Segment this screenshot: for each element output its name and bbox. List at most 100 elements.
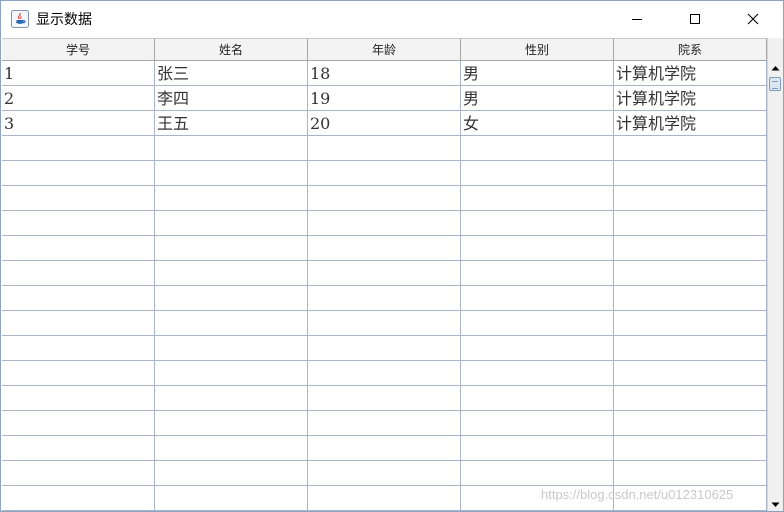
cell-gender[interactable]: 女 xyxy=(461,111,614,135)
cell-student-id[interactable] xyxy=(2,361,155,385)
table-row[interactable] xyxy=(2,236,767,261)
cell-student-id[interactable]: 3 xyxy=(2,111,155,135)
cell-student-id[interactable] xyxy=(2,311,155,335)
cell-name[interactable] xyxy=(155,261,308,285)
cell-gender[interactable] xyxy=(461,211,614,235)
cell-department[interactable] xyxy=(614,311,767,335)
table-row[interactable] xyxy=(2,461,767,486)
table-row[interactable] xyxy=(2,361,767,386)
cell-department[interactable] xyxy=(614,436,767,460)
cell-student-id[interactable]: 1 xyxy=(2,61,155,85)
cell-name[interactable] xyxy=(155,336,308,360)
table-row[interactable] xyxy=(2,161,767,186)
cell-student-id[interactable] xyxy=(2,136,155,160)
cell-gender[interactable] xyxy=(461,286,614,310)
table-row[interactable] xyxy=(2,186,767,211)
cell-department[interactable] xyxy=(614,136,767,160)
cell-age[interactable] xyxy=(308,236,461,260)
cell-gender[interactable] xyxy=(461,336,614,360)
cell-student-id[interactable] xyxy=(2,436,155,460)
cell-department[interactable] xyxy=(614,336,767,360)
cell-name[interactable] xyxy=(155,186,308,210)
scroll-thumb[interactable] xyxy=(769,77,781,91)
cell-department[interactable]: 计算机学院 xyxy=(614,61,767,85)
cell-gender[interactable]: 男 xyxy=(461,86,614,110)
scroll-down-button[interactable] xyxy=(768,498,783,511)
cell-gender[interactable] xyxy=(461,186,614,210)
table-row[interactable] xyxy=(2,411,767,436)
column-header-age[interactable]: 年龄 xyxy=(308,38,461,60)
cell-student-id[interactable] xyxy=(2,386,155,410)
cell-department[interactable] xyxy=(614,261,767,285)
cell-age[interactable] xyxy=(308,186,461,210)
cell-student-id[interactable] xyxy=(2,236,155,260)
table-row[interactable]: 2 李四 19 男计算机学院 xyxy=(2,86,767,111)
cell-age[interactable] xyxy=(308,411,461,435)
cell-name[interactable] xyxy=(155,461,308,485)
cell-student-id[interactable]: 2 xyxy=(2,86,155,110)
close-button[interactable] xyxy=(730,1,776,37)
cell-name[interactable] xyxy=(155,311,308,335)
table-row[interactable] xyxy=(2,436,767,461)
cell-name[interactable] xyxy=(155,161,308,185)
cell-student-id[interactable] xyxy=(2,461,155,485)
cell-student-id[interactable] xyxy=(2,186,155,210)
cell-age[interactable] xyxy=(308,261,461,285)
cell-name[interactable] xyxy=(155,236,308,260)
table-row[interactable] xyxy=(2,336,767,361)
cell-gender[interactable] xyxy=(461,236,614,260)
cell-department[interactable] xyxy=(614,461,767,485)
maximize-button[interactable] xyxy=(672,1,718,37)
cell-age[interactable] xyxy=(308,211,461,235)
cell-age[interactable] xyxy=(308,136,461,160)
cell-department[interactable] xyxy=(614,186,767,210)
minimize-button[interactable] xyxy=(614,1,660,37)
cell-age[interactable] xyxy=(308,336,461,360)
cell-department[interactable] xyxy=(614,361,767,385)
cell-gender[interactable] xyxy=(461,161,614,185)
cell-student-id[interactable] xyxy=(2,161,155,185)
table-row[interactable]: 3 王五 20 女计算机学院 xyxy=(2,111,767,136)
cell-gender[interactable] xyxy=(461,311,614,335)
cell-age[interactable] xyxy=(308,286,461,310)
cell-student-id[interactable] xyxy=(2,286,155,310)
cell-student-id[interactable] xyxy=(2,486,155,510)
cell-name[interactable]: 王五 xyxy=(155,111,308,135)
table-row[interactable] xyxy=(2,136,767,161)
cell-age[interactable]: 20 xyxy=(308,111,461,135)
cell-age[interactable] xyxy=(308,161,461,185)
scroll-up-button[interactable] xyxy=(768,61,783,75)
cell-department[interactable] xyxy=(614,161,767,185)
cell-student-id[interactable] xyxy=(2,261,155,285)
cell-name[interactable]: 张三 xyxy=(155,61,308,85)
table-row[interactable]: 1 张三 18 男计算机学院 xyxy=(2,61,767,86)
table-row[interactable] xyxy=(2,386,767,411)
title-bar[interactable]: 显示数据 xyxy=(1,1,783,38)
cell-department[interactable] xyxy=(614,286,767,310)
column-header-student-id[interactable]: 学号 xyxy=(2,38,155,60)
column-header-gender[interactable]: 性别 xyxy=(461,38,614,60)
cell-name[interactable] xyxy=(155,411,308,435)
cell-age[interactable] xyxy=(308,486,461,510)
cell-name[interactable] xyxy=(155,361,308,385)
data-table[interactable]: 学号 姓名 年龄 性别 院系 1 张三 18 男计算机学院 2 李四 19 男计算机学院 3 王五… xyxy=(2,38,767,511)
cell-name[interactable] xyxy=(155,436,308,460)
cell-department[interactable] xyxy=(614,236,767,260)
cell-name[interactable] xyxy=(155,211,308,235)
cell-age[interactable] xyxy=(308,386,461,410)
cell-name[interactable] xyxy=(155,486,308,510)
java-app-icon[interactable] xyxy=(11,10,29,28)
column-header-department[interactable]: 院系 xyxy=(614,38,767,60)
cell-age[interactable] xyxy=(308,436,461,460)
table-row[interactable] xyxy=(2,211,767,236)
cell-student-id[interactable] xyxy=(2,411,155,435)
cell-age[interactable] xyxy=(308,361,461,385)
cell-gender[interactable] xyxy=(461,411,614,435)
cell-age[interactable] xyxy=(308,461,461,485)
cell-gender[interactable] xyxy=(461,436,614,460)
table-row[interactable] xyxy=(2,286,767,311)
table-row[interactable] xyxy=(2,261,767,286)
column-header-name[interactable]: 姓名 xyxy=(155,38,308,60)
cell-gender[interactable] xyxy=(461,136,614,160)
cell-age[interactable]: 18 xyxy=(308,61,461,85)
